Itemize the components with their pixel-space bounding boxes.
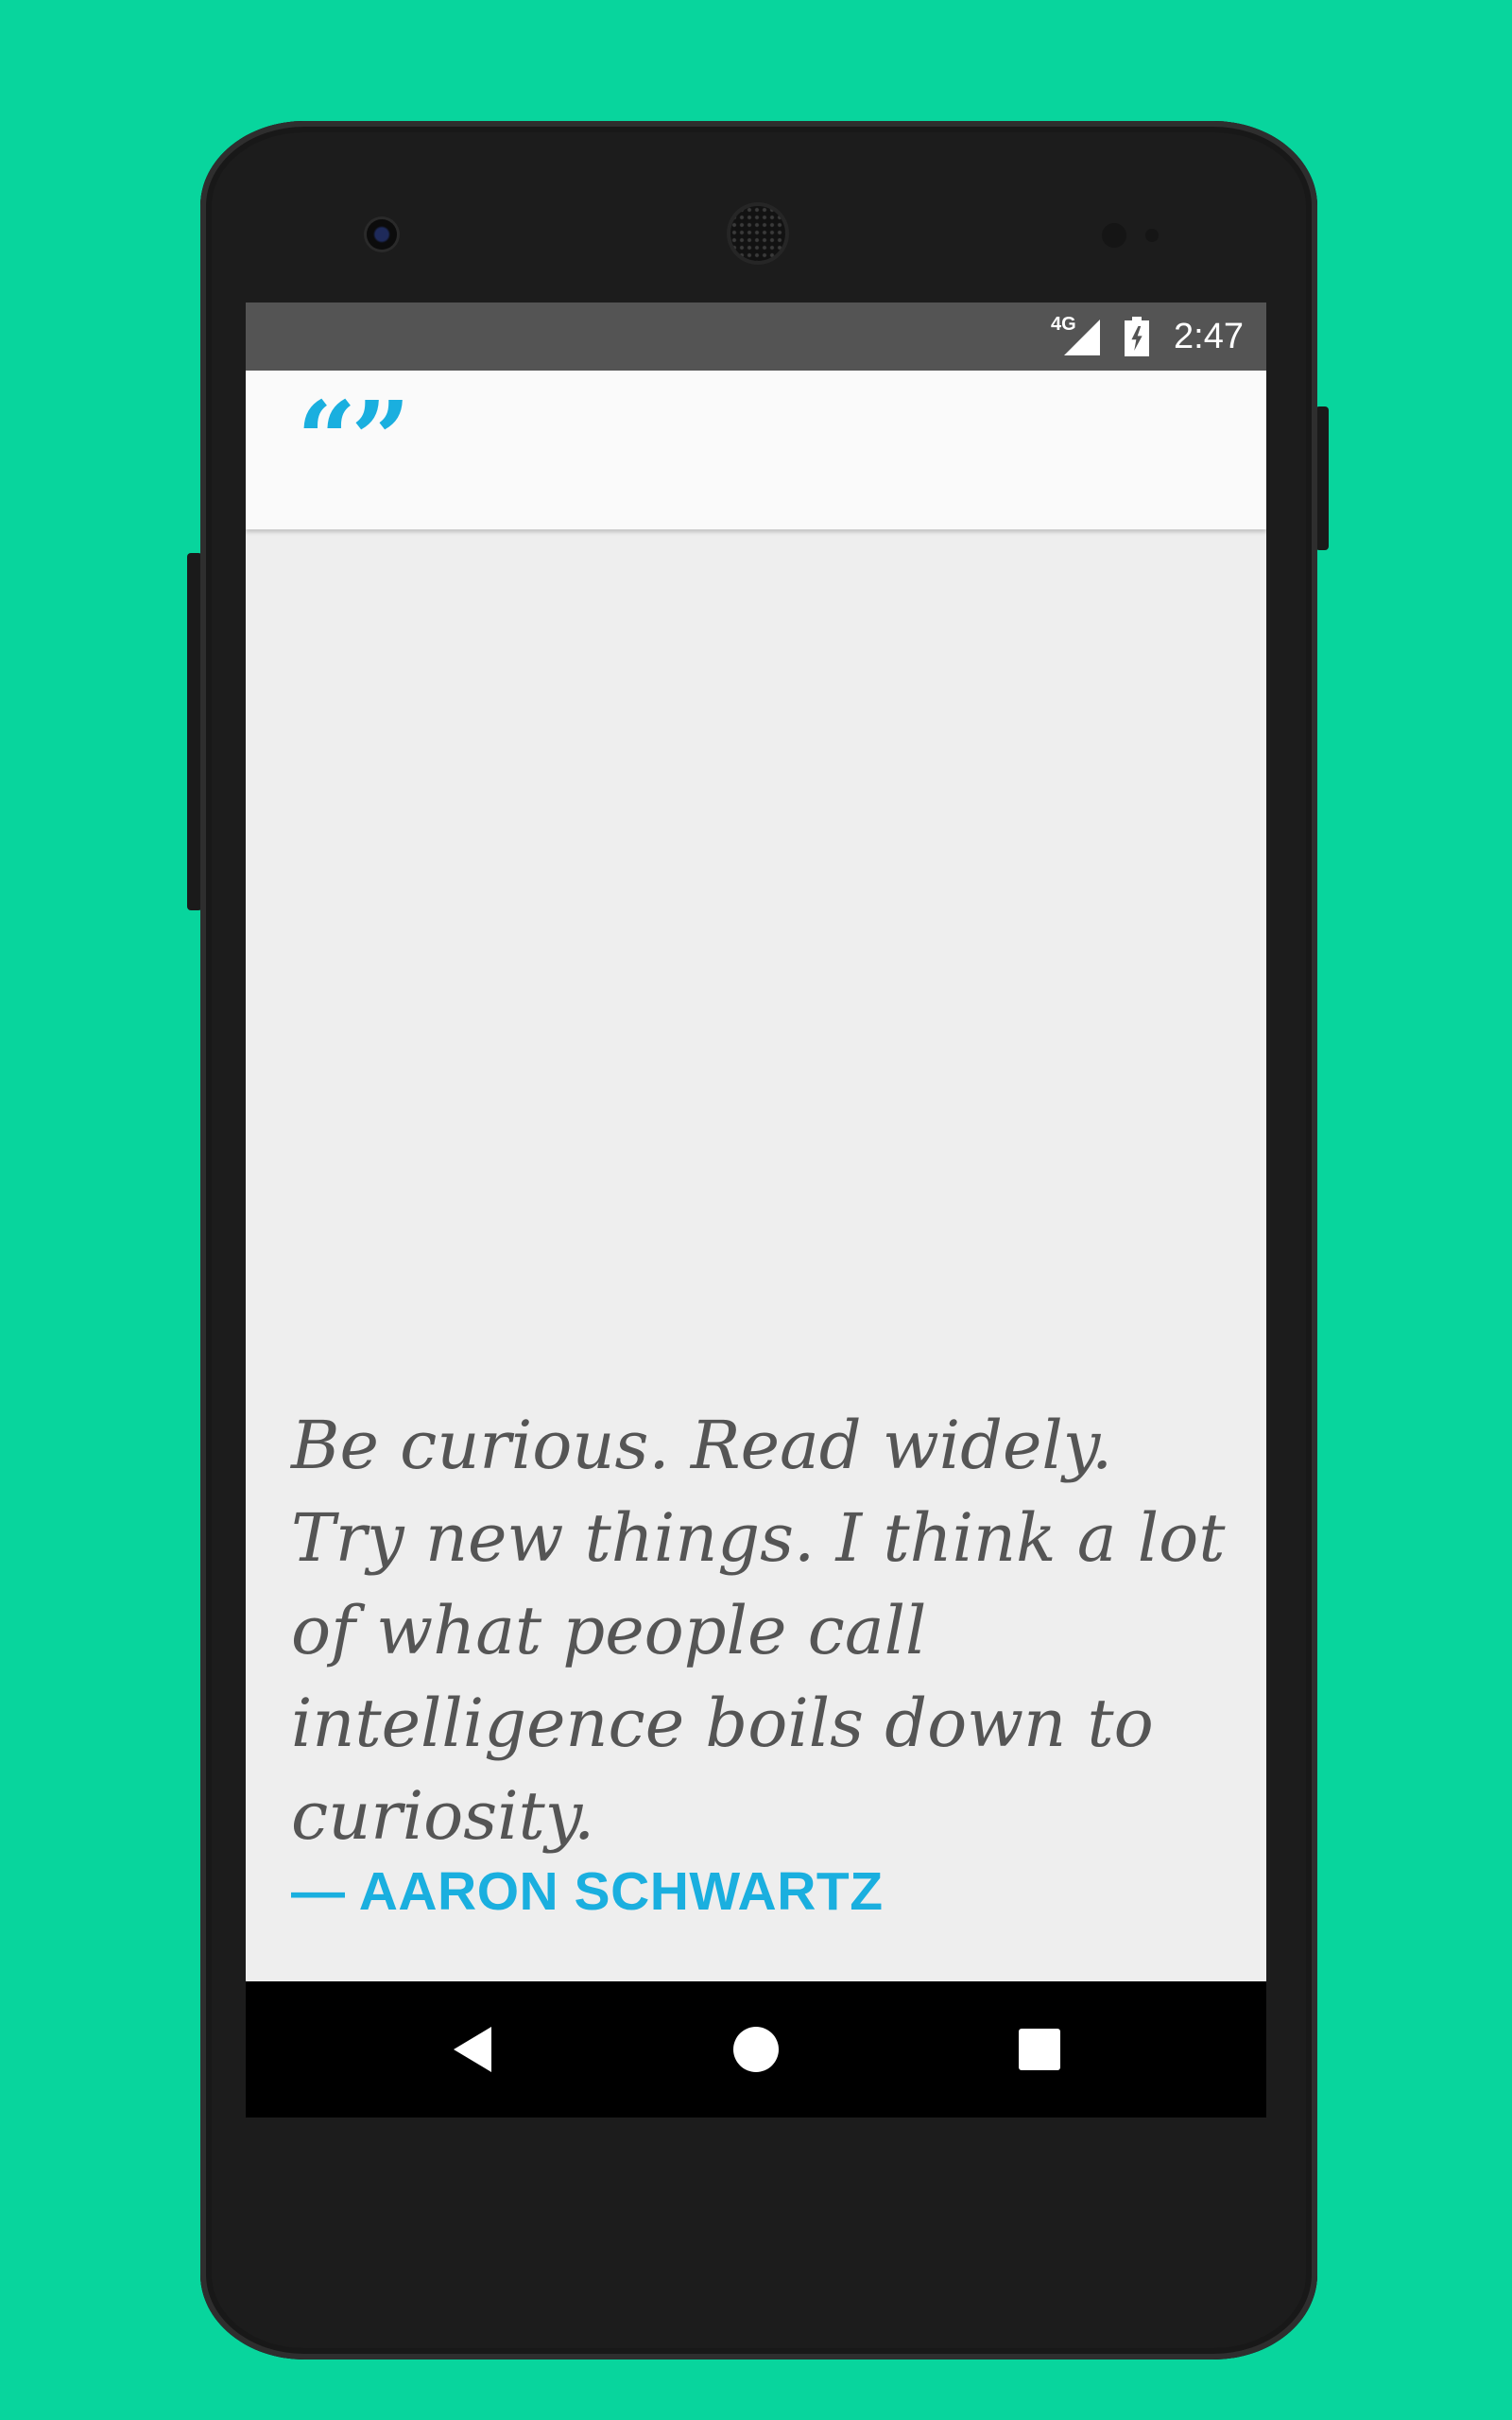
front-camera — [367, 219, 397, 250]
quote-logo-icon: “” — [297, 378, 411, 500]
app-bar: “” — [246, 371, 1266, 529]
proximity-sensor — [1102, 223, 1126, 248]
battery-charging-icon — [1125, 317, 1150, 356]
status-bar: 4G 2:47 — [246, 302, 1266, 371]
power-button — [1315, 406, 1329, 550]
earpiece-speaker — [730, 206, 785, 261]
recents-button[interactable] — [973, 1981, 1106, 2118]
status-time: 2:47 — [1174, 316, 1244, 356]
light-sensor — [1145, 229, 1159, 242]
home-button[interactable] — [690, 1981, 822, 2118]
back-icon — [454, 2027, 491, 2072]
phone-screen: 4G 2:47 “” Be curious. Read widely. Try … — [246, 302, 1266, 2118]
signal-icon: 4G — [1051, 314, 1101, 357]
recents-icon — [1019, 2029, 1060, 2070]
navigation-bar — [246, 1981, 1266, 2118]
quote-author: — AARON SCHWARTZ — [291, 1861, 884, 1922]
quote-text: Be curious. Read widely. Try new things.… — [291, 1407, 1226, 1855]
back-button[interactable] — [406, 1981, 539, 2118]
status-icons: 4G 2:47 — [1051, 302, 1244, 371]
home-icon — [733, 2027, 779, 2072]
